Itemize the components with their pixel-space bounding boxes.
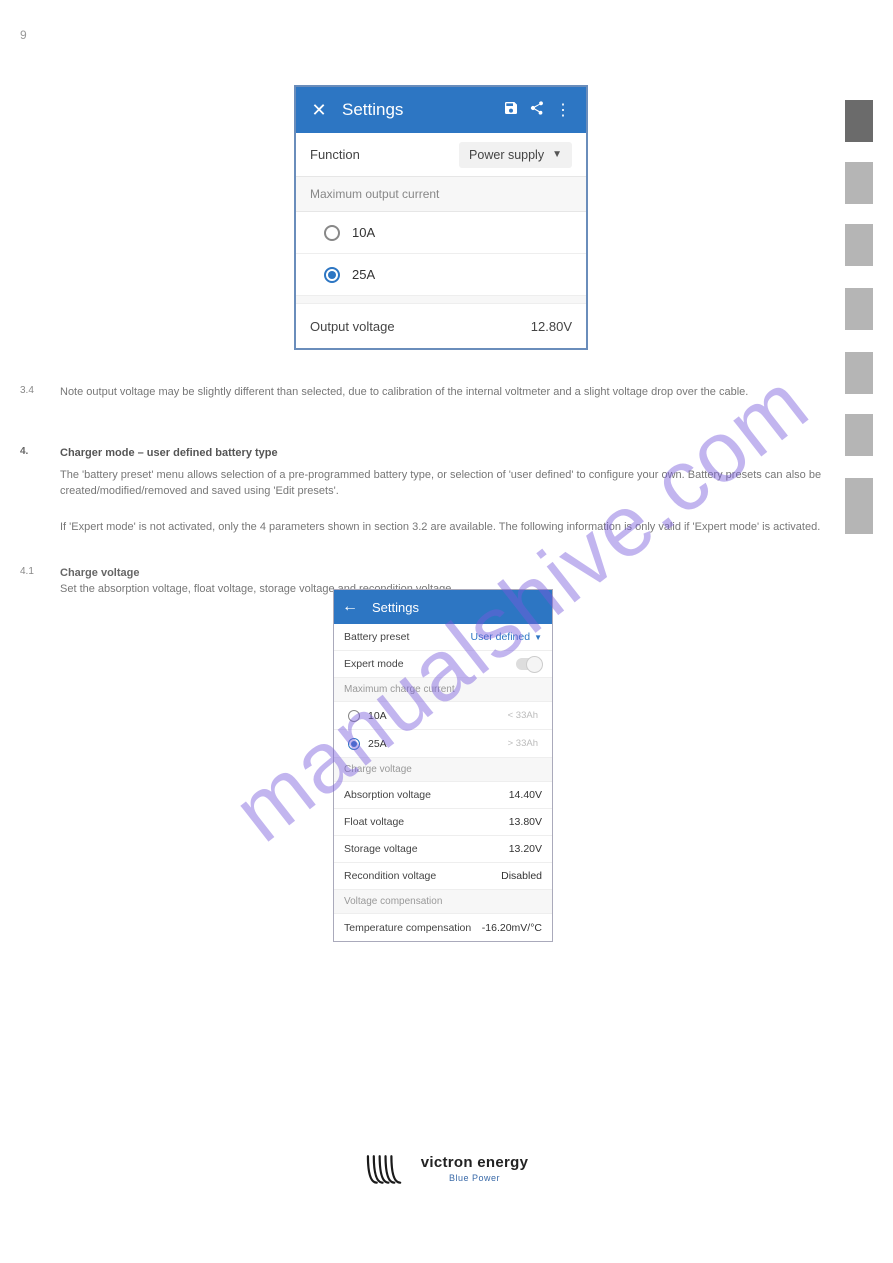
footer-subtitle: Blue Power xyxy=(421,1173,529,1183)
share-icon[interactable] xyxy=(524,100,550,121)
absorption-voltage-row[interactable]: Absorption voltage 14.40V xyxy=(334,782,552,809)
radio-hint: < 33Ah xyxy=(508,710,538,721)
chevron-down-icon: ▼ xyxy=(552,149,562,160)
paragraph-3-4: Note output voltage may be slightly diff… xyxy=(60,385,830,401)
radio-label: 10A xyxy=(368,710,387,722)
float-voltage-label: Float voltage xyxy=(344,816,404,828)
function-label: Function xyxy=(310,147,360,162)
close-icon[interactable]: ✕ xyxy=(306,100,332,121)
radio-icon xyxy=(324,225,340,241)
temperature-compensation-label: Temperature compensation xyxy=(344,922,471,934)
radio-label: 10A xyxy=(352,225,375,240)
section-max-output-current: Maximum output current xyxy=(296,177,586,212)
section-number-4: 4. xyxy=(20,446,28,457)
recondition-voltage-value: Disabled xyxy=(501,870,542,882)
absorption-voltage-value: 14.40V xyxy=(509,789,542,801)
heading-4-1: Charge voltage xyxy=(60,566,830,582)
appbar: ✕ Settings ⋮ xyxy=(296,87,586,133)
storage-voltage-label: Storage voltage xyxy=(344,843,418,855)
temperature-compensation-value: -16.20mV/°C xyxy=(482,922,542,934)
section-voltage-compensation: Voltage compensation xyxy=(334,890,552,914)
page-number: 9 xyxy=(20,28,27,42)
output-voltage-row[interactable]: Output voltage 12.80V xyxy=(296,304,586,348)
divider xyxy=(296,296,586,304)
storage-voltage-row[interactable]: Storage voltage 13.20V xyxy=(334,836,552,863)
back-icon[interactable]: ← xyxy=(342,598,358,616)
float-voltage-value: 13.80V xyxy=(509,816,542,828)
recondition-voltage-label: Recondition voltage xyxy=(344,870,436,882)
function-row: Function Power supply ▼ xyxy=(296,133,586,177)
battery-preset-row: Battery preset User defined ▼ xyxy=(334,624,552,651)
radio-icon xyxy=(348,738,360,750)
expert-mode-label: Expert mode xyxy=(344,658,404,670)
side-tab-6[interactable] xyxy=(845,414,873,456)
more-icon[interactable]: ⋮ xyxy=(550,100,576,120)
storage-voltage-value: 13.20V xyxy=(509,843,542,855)
appbar: ← Settings xyxy=(334,590,552,624)
settings-card-power-supply: ✕ Settings ⋮ Function Power supply ▼ Max… xyxy=(294,85,588,350)
recondition-voltage-row[interactable]: Recondition voltage Disabled xyxy=(334,863,552,890)
side-tab-4[interactable] xyxy=(845,288,873,330)
section-number-4-1: 4.1 xyxy=(20,566,34,577)
section-max-charge-current: Maximum charge current xyxy=(334,678,552,702)
radio-label: 25A xyxy=(368,738,387,750)
temperature-compensation-row[interactable]: Temperature compensation -16.20mV/°C xyxy=(334,914,552,941)
footer-logo: victron energy Blue Power xyxy=(0,1150,893,1191)
expert-mode-row: Expert mode xyxy=(334,651,552,678)
section-number-3-4: 3.4 xyxy=(20,385,34,396)
battery-preset-label: Battery preset xyxy=(344,631,409,643)
chevron-down-icon: ▼ xyxy=(534,633,542,642)
function-value: Power supply xyxy=(469,148,544,162)
appbar-title: Settings xyxy=(372,600,419,615)
battery-preset-dropdown[interactable]: User defined ▼ xyxy=(471,631,542,643)
radio-label: 25A xyxy=(352,267,375,282)
output-voltage-label: Output voltage xyxy=(310,319,395,334)
function-dropdown[interactable]: Power supply ▼ xyxy=(459,142,572,168)
expert-mode-toggle[interactable] xyxy=(516,658,542,670)
heading-4: Charger mode – user defined battery type xyxy=(60,446,830,462)
radio-icon xyxy=(348,710,360,722)
radio-option-25a[interactable]: 25A xyxy=(296,254,586,296)
radio-option-25a[interactable]: 25A > 33Ah xyxy=(334,730,552,758)
victron-logo-icon xyxy=(365,1150,409,1186)
save-icon[interactable] xyxy=(498,100,524,121)
settings-card-charger: ← Settings Battery preset User defined ▼… xyxy=(333,589,553,942)
side-tab-1[interactable] xyxy=(845,100,873,142)
absorption-voltage-label: Absorption voltage xyxy=(344,789,431,801)
radio-option-10a[interactable]: 10A < 33Ah xyxy=(334,702,552,730)
section-charge-voltage: Charge voltage xyxy=(334,758,552,782)
side-tab-3[interactable] xyxy=(845,224,873,266)
paragraph-4a: The 'battery preset' menu allows selecti… xyxy=(60,468,830,500)
appbar-title: Settings xyxy=(332,100,498,120)
radio-option-10a[interactable]: 10A xyxy=(296,212,586,254)
paragraph-4b: If 'Expert mode' is not activated, only … xyxy=(60,520,830,536)
footer-brand: victron energy xyxy=(421,1154,529,1171)
side-tab-7[interactable] xyxy=(845,478,873,534)
float-voltage-row[interactable]: Float voltage 13.80V xyxy=(334,809,552,836)
radio-icon xyxy=(324,267,340,283)
side-tab-2[interactable] xyxy=(845,162,873,204)
battery-preset-value: User defined xyxy=(471,631,531,643)
side-tab-5[interactable] xyxy=(845,352,873,394)
radio-hint: > 33Ah xyxy=(508,738,538,749)
output-voltage-value: 12.80V xyxy=(531,319,572,334)
